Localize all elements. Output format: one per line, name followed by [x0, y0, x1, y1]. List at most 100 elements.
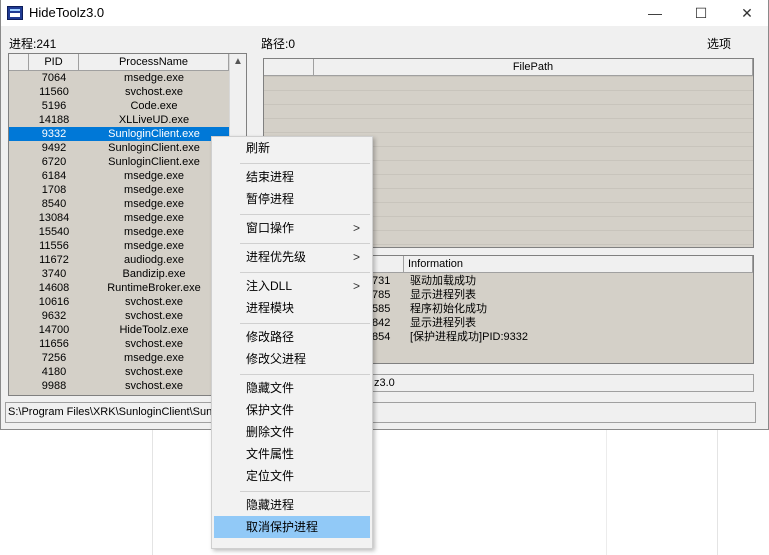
- cell-processname: msedge.exe: [124, 352, 184, 364]
- cell-processname: msedge.exe: [124, 226, 184, 238]
- table-row[interactable]: 8540 msedge.exe: [9, 197, 230, 211]
- table-row[interactable]: 7256 msedge.exe: [9, 351, 230, 365]
- log-cell-id: 731: [372, 275, 391, 287]
- cell-processname: HideToolz.exe: [119, 324, 189, 336]
- row-gutter: [9, 197, 29, 211]
- cell-pid: 6184: [41, 170, 67, 182]
- filepath-header[interactable]: FilePath: [314, 59, 753, 76]
- menu-end-process[interactable]: 结束进程: [214, 166, 370, 188]
- cell-processname: RuntimeBroker.exe: [107, 282, 201, 294]
- log-header-information[interactable]: Information: [404, 256, 753, 273]
- row-gutter: [9, 183, 29, 197]
- cell-pid: 6720: [41, 156, 67, 168]
- table-row[interactable]: 15540 msedge.exe: [9, 225, 230, 239]
- context-menu: 刷新 结束进程 暂停进程 窗口操作 > 进程优先级 > 注入DLL > 进程模块 修改…: [211, 136, 373, 549]
- menu-separator: [240, 374, 370, 375]
- window-title: HideToolz3.0: [29, 5, 105, 20]
- row-gutter: [9, 351, 29, 365]
- cell-pid: 14188: [38, 114, 70, 126]
- minimize-button[interactable]: —: [632, 0, 678, 26]
- menu-separator: [240, 491, 370, 492]
- row-gutter: [9, 379, 29, 393]
- table-row[interactable]: 9988 svchost.exe: [9, 379, 230, 393]
- menu-pause-process[interactable]: 暂停进程: [214, 188, 370, 210]
- row-gutter: [9, 295, 29, 309]
- table-row[interactable]: 14188 XLLiveUD.exe: [9, 113, 230, 127]
- log-cell-information: 显示进程列表: [410, 289, 476, 301]
- cell-pid: 7256: [41, 352, 67, 364]
- table-row[interactable]: 14700 HideToolz.exe: [9, 323, 230, 337]
- table-row[interactable]: 7064 msedge.exe: [9, 71, 230, 85]
- cell-processname: msedge.exe: [124, 240, 184, 252]
- header-pid[interactable]: PID: [29, 54, 79, 71]
- menu-window-ops[interactable]: 窗口操作 >: [214, 217, 370, 239]
- menu-priority[interactable]: 进程优先级 >: [214, 246, 370, 268]
- menu-unprotect-process[interactable]: 取消保护进程: [214, 516, 370, 538]
- cell-processname: XLLiveUD.exe: [118, 114, 190, 126]
- close-button[interactable]: ✕: [724, 0, 769, 26]
- menu-modify-parent[interactable]: 修改父进程: [214, 348, 370, 370]
- header-blank: [9, 54, 29, 71]
- menu-inject-dll[interactable]: 注入DLL >: [214, 275, 370, 297]
- cell-processname: msedge.exe: [124, 72, 184, 84]
- menu-modify-path[interactable]: 修改路径: [214, 326, 370, 348]
- cell-processname: msedge.exe: [124, 184, 184, 196]
- table-row[interactable]: 5196 Code.exe: [9, 99, 230, 113]
- table-row[interactable]: 11556 msedge.exe: [9, 239, 230, 253]
- table-row[interactable]: 6184 msedge.exe: [9, 169, 230, 183]
- table-row[interactable]: 3740 Bandizip.exe: [9, 267, 230, 281]
- log-cell-information: 程序初始化成功: [410, 303, 487, 315]
- log-cell-id: 785: [372, 289, 391, 301]
- table-row[interactable]: 6720 SunloginClient.exe: [9, 155, 230, 169]
- table-row[interactable]: 9492 SunloginClient.exe: [9, 141, 230, 155]
- menu-priority-label: 进程优先级: [246, 250, 307, 264]
- log-cell-information: 驱动加载成功: [410, 275, 476, 287]
- menu-hide-file[interactable]: 隐藏文件: [214, 377, 370, 399]
- table-row[interactable]: 13084 msedge.exe: [9, 211, 230, 225]
- menu-protect-file[interactable]: 保护文件: [214, 399, 370, 421]
- table-row[interactable]: 11560 svchost.exe: [9, 85, 230, 99]
- menu-hide-process[interactable]: 隐藏进程: [214, 494, 370, 516]
- cell-processname: svchost.exe: [124, 380, 184, 392]
- row-gutter: [9, 239, 29, 253]
- cell-processname: SunloginClient.exe: [79, 127, 229, 141]
- maximize-button[interactable]: ☐: [678, 0, 724, 26]
- table-row[interactable]: 4180 svchost.exe: [9, 365, 230, 379]
- table-row[interactable]: 14608 RuntimeBroker.exe: [9, 281, 230, 295]
- path-count-label: 路径:0: [261, 37, 296, 51]
- cell-pid: 9492: [41, 142, 67, 154]
- background-divider: [606, 430, 607, 555]
- menu-delete-file[interactable]: 删除文件: [214, 421, 370, 443]
- menu-refresh[interactable]: 刷新: [214, 137, 370, 159]
- app-icon: [7, 6, 23, 20]
- table-row[interactable]: 10616 svchost.exe: [9, 295, 230, 309]
- scroll-up-icon[interactable]: ▲: [230, 56, 246, 67]
- row-gutter: [9, 85, 29, 99]
- menu-separator: [240, 272, 370, 273]
- table-row[interactable]: 9632 svchost.exe: [9, 309, 230, 323]
- menu-inject-dll-label: 注入DLL: [246, 279, 293, 293]
- menu-locate-file[interactable]: 定位文件: [214, 465, 370, 487]
- cell-pid: 14700: [38, 324, 70, 336]
- header-processname[interactable]: ProcessName: [79, 54, 229, 71]
- menu-window-ops-label: 窗口操作: [246, 221, 295, 235]
- cell-processname: Code.exe: [130, 100, 178, 112]
- table-row[interactable]: 1708 msedge.exe: [9, 183, 230, 197]
- row-gutter: [9, 99, 29, 113]
- table-row[interactable]: 11656 svchost.exe: [9, 337, 230, 351]
- menu-separator: [240, 243, 370, 244]
- chevron-right-icon: >: [352, 250, 360, 264]
- log-cell-id: 842: [372, 317, 391, 329]
- cell-pid: 1708: [41, 184, 67, 196]
- cell-processname: SunloginClient.exe: [108, 156, 200, 168]
- table-row[interactable]: 9332 SunloginClient.exe: [9, 127, 230, 141]
- cell-processname: svchost.exe: [124, 86, 184, 98]
- menu-modules[interactable]: 进程模块: [214, 297, 370, 319]
- table-row[interactable]: 11672 audiodg.exe: [9, 253, 230, 267]
- menu-file-props[interactable]: 文件属性: [214, 443, 370, 465]
- row-gutter: [9, 267, 29, 281]
- main-window: HideToolz3.0 — ☐ ✕ 进程:241 路径:0 选项 PID Pr…: [0, 0, 769, 430]
- options-menu[interactable]: 选项: [707, 35, 731, 52]
- cell-pid: 8540: [41, 198, 67, 210]
- cell-pid: 7064: [41, 72, 67, 84]
